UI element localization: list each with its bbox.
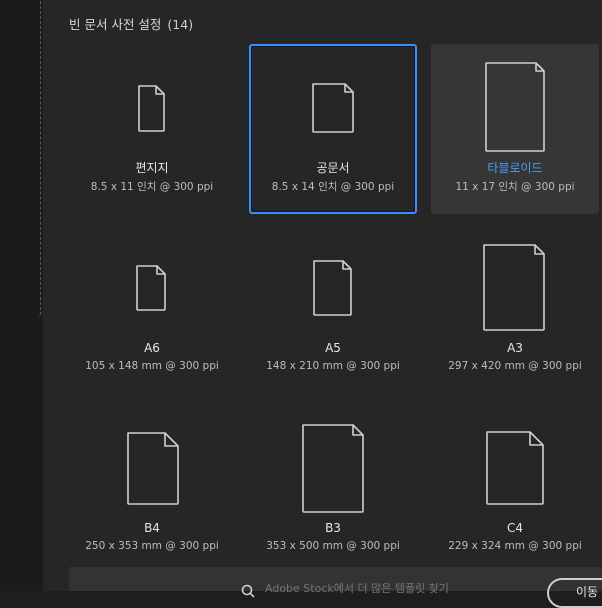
stock-search-input[interactable] [265,581,525,595]
preset-card-a6[interactable]: A6 105 x 148 mm @ 300 ppi [68,228,236,398]
preset-grid: 편지지 8.5 x 11 인치 @ 300 ppi 공문서 8.5 x 14 인… [43,0,602,591]
search-icon[interactable] [241,584,255,598]
preset-card-legal[interactable]: 공문서 8.5 x 14 인치 @ 300 ppi [249,44,417,214]
preset-dimensions: 297 x 420 mm @ 300 ppi [448,360,582,372]
preset-dimensions: 229 x 324 mm @ 300 ppi [448,540,582,552]
preset-dimensions: 148 x 210 mm @ 300 ppi [266,360,400,372]
preset-dimensions: 8.5 x 14 인치 @ 300 ppi [271,181,395,193]
document-icon [313,260,352,316]
left-sidebar [0,0,42,591]
document-icon [136,265,166,311]
document-icon [127,432,179,505]
open-button[interactable]: 이동 [547,578,602,608]
preset-card-b3[interactable]: B3 353 x 500 mm @ 300 ppi [249,408,417,578]
preset-dimensions: 11 x 17 인치 @ 300 ppi [455,181,575,193]
preset-dimensions: 105 x 148 mm @ 300 ppi [85,360,219,372]
preset-card-c4[interactable]: C4 229 x 324 mm @ 300 ppi [431,408,599,578]
preset-dimensions: 250 x 353 mm @ 300 ppi [85,540,219,552]
preset-panel: 빈 문서 사전 설정 (14) 편지지 8.5 x 11 인치 @ 300 ppi… [43,0,602,608]
preset-name: 공문서 [316,161,350,175]
preset-card-a3[interactable]: A3 297 x 420 mm @ 300 ppi [431,228,599,398]
stock-search-bar: 이동 [69,567,602,608]
left-panel-edge [37,0,41,318]
preset-name: 타블로이드 [487,161,543,175]
preset-name: B3 [325,521,341,535]
document-icon [302,424,364,513]
preset-dimensions: 353 x 500 mm @ 300 ppi [266,540,400,552]
document-icon [483,244,545,331]
preset-name: A3 [507,341,523,355]
preset-dimensions: 8.5 x 11 인치 @ 300 ppi [90,181,214,193]
preset-card-letter[interactable]: 편지지 8.5 x 11 인치 @ 300 ppi [68,44,236,214]
document-icon [486,431,544,505]
preset-name: 편지지 [135,161,169,175]
preset-name: B4 [144,521,160,535]
preset-card-a5[interactable]: A5 148 x 210 mm @ 300 ppi [249,228,417,398]
preset-name: A5 [325,341,341,355]
preset-card-tabloid[interactable]: 타블로이드 11 x 17 인치 @ 300 ppi [431,44,599,214]
preset-name: C4 [506,521,523,535]
preset-name: A6 [144,341,160,355]
preset-card-b4[interactable]: B4 250 x 353 mm @ 300 ppi [68,408,236,578]
